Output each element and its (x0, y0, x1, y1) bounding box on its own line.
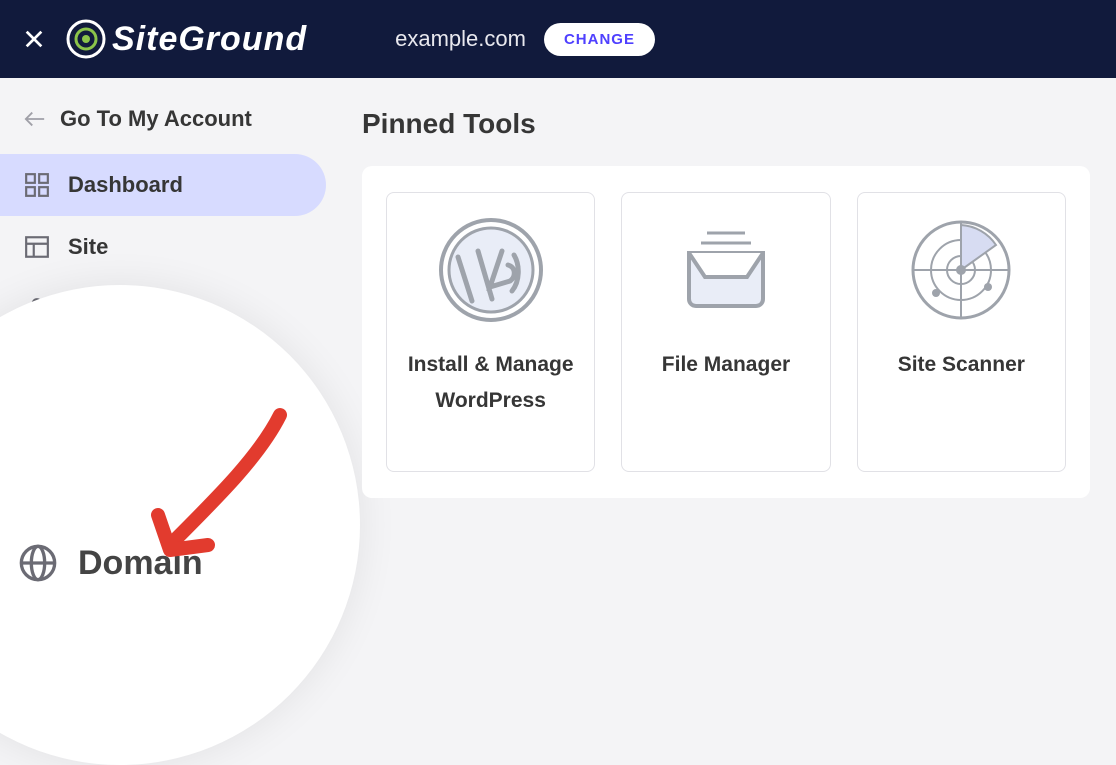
sidebar-item-wordpress[interactable]: WordPress (0, 402, 326, 464)
card-label: Install & Manage WordPress (401, 347, 580, 418)
back-label: Go To My Account (60, 106, 252, 132)
main-content: Pinned Tools Install & Manage WordPress (336, 78, 1116, 605)
lock-icon (24, 296, 50, 322)
brand-name: SiteGround (112, 20, 307, 59)
sidebar-item-label: Speed (68, 358, 134, 384)
arrow-left-icon (24, 110, 46, 128)
sidebar-item-dashboard[interactable]: Dashboard (0, 154, 326, 216)
wordpress-logo-icon (436, 215, 546, 325)
current-domain: example.com (395, 26, 526, 52)
sidebar-item-speed[interactable]: Speed (0, 340, 326, 402)
radar-icon (906, 215, 1016, 325)
sidebar-item-label: Domain (78, 544, 203, 583)
card-label: File Manager (662, 347, 790, 383)
sidebar-item-security[interactable]: Security (0, 278, 326, 340)
top-header: SiteGround example.com CHANGE (0, 0, 1116, 78)
sidebar: Go To My Account Dashboard Site Security… (0, 78, 336, 605)
siteground-logo-icon (66, 19, 106, 59)
back-to-account-link[interactable]: Go To My Account (0, 78, 336, 154)
card-install-wordpress[interactable]: Install & Manage WordPress (386, 192, 595, 472)
change-domain-button[interactable]: CHANGE (544, 23, 655, 56)
dashboard-icon (24, 172, 50, 198)
sidebar-item-label: Security (68, 296, 155, 322)
sidebar-item-label: Dashboard (68, 172, 183, 198)
card-label: Site Scanner (898, 347, 1025, 383)
sidebar-item-label: Site (68, 234, 108, 260)
site-icon (24, 234, 50, 260)
card-site-scanner[interactable]: Site Scanner (857, 192, 1066, 472)
globe-icon (18, 543, 58, 583)
pinned-tools-panel: Install & Manage WordPress File Manager (362, 166, 1090, 498)
wordpress-icon (24, 420, 50, 446)
close-icon (23, 28, 45, 50)
sidebar-item-site[interactable]: Site (0, 216, 326, 278)
sidebar-item-domain[interactable]: Domain (18, 543, 203, 583)
file-tray-icon (671, 215, 781, 325)
section-title: Pinned Tools (362, 108, 1090, 140)
close-button[interactable] (20, 25, 48, 53)
brand-logo[interactable]: SiteGround (66, 19, 307, 59)
rocket-icon (24, 358, 50, 384)
sidebar-item-label: WordPress (68, 420, 184, 446)
card-file-manager[interactable]: File Manager (621, 192, 830, 472)
